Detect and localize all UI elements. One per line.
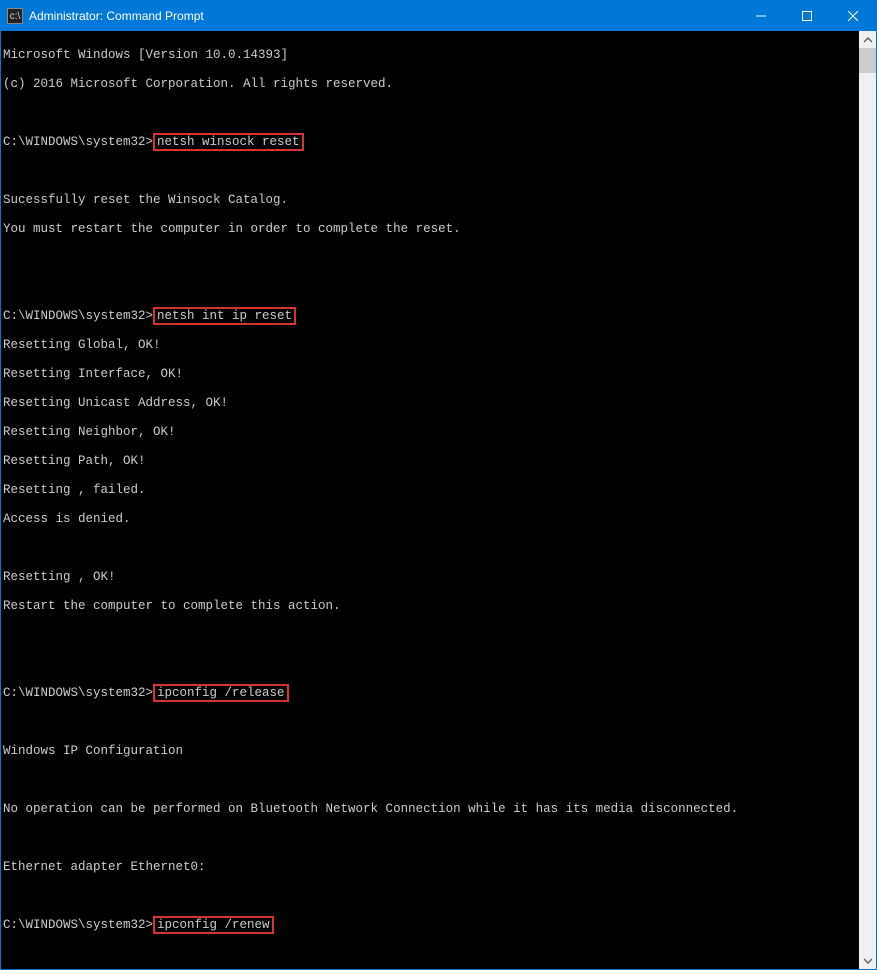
blank-line xyxy=(3,889,855,904)
blank-line xyxy=(3,947,855,962)
content-area: Microsoft Windows [Version 10.0.14393] (… xyxy=(1,31,876,969)
minimize-button[interactable] xyxy=(738,1,784,31)
blank-line xyxy=(3,628,855,643)
prompt-path: C:\WINDOWS\system32> xyxy=(3,309,153,323)
prompt-line: C:\WINDOWS\system32>netsh winsock reset xyxy=(3,135,855,150)
close-button[interactable] xyxy=(830,1,876,31)
blank-line xyxy=(3,657,855,672)
close-icon xyxy=(848,11,858,21)
output-line: Resetting Unicast Address, OK! xyxy=(3,396,855,411)
command-highlighted: ipconfig /renew xyxy=(153,916,274,935)
prompt-line: C:\WINDOWS\system32>netsh int ip reset xyxy=(3,309,855,324)
blank-line xyxy=(3,831,855,846)
output-line: Resetting Interface, OK! xyxy=(3,367,855,382)
output-line: Resetting , OK! xyxy=(3,570,855,585)
blank-line xyxy=(3,715,855,730)
prompt-path: C:\WINDOWS\system32> xyxy=(3,918,153,932)
chevron-down-icon xyxy=(864,958,872,964)
output-line: Sucessfully reset the Winsock Catalog. xyxy=(3,193,855,208)
window-title: Administrator: Command Prompt xyxy=(29,9,738,23)
output-line: Access is denied. xyxy=(3,512,855,527)
command-highlighted: ipconfig /release xyxy=(153,684,289,703)
blank-line xyxy=(3,280,855,295)
banner-line: Microsoft Windows [Version 10.0.14393] xyxy=(3,48,855,63)
blank-line xyxy=(3,773,855,788)
output-line: You must restart the computer in order t… xyxy=(3,222,855,237)
output-line: Resetting Neighbor, OK! xyxy=(3,425,855,440)
scroll-thumb[interactable] xyxy=(859,48,876,73)
output-line: Windows IP Configuration xyxy=(3,744,855,759)
output-line: No operation can be performed on Bluetoo… xyxy=(3,802,855,817)
output-line: Resetting Global, OK! xyxy=(3,338,855,353)
output-line: Ethernet adapter Ethernet0: xyxy=(3,860,855,875)
maximize-button[interactable] xyxy=(784,1,830,31)
command-highlighted: netsh int ip reset xyxy=(153,307,296,326)
prompt-line: C:\WINDOWS\system32>ipconfig /renew xyxy=(3,918,855,933)
window-controls xyxy=(738,1,876,31)
blank-line xyxy=(3,541,855,556)
blank-line xyxy=(3,251,855,266)
blank-line xyxy=(3,164,855,179)
prompt-path: C:\WINDOWS\system32> xyxy=(3,686,153,700)
output-line: Resetting Path, OK! xyxy=(3,454,855,469)
terminal-output[interactable]: Microsoft Windows [Version 10.0.14393] (… xyxy=(1,31,859,969)
command-prompt-window: c:\ Administrator: Command Prompt Micros… xyxy=(0,0,877,970)
titlebar[interactable]: c:\ Administrator: Command Prompt xyxy=(1,1,876,31)
scroll-up-button[interactable] xyxy=(859,31,876,48)
prompt-path: C:\WINDOWS\system32> xyxy=(3,135,153,149)
banner-line: (c) 2016 Microsoft Corporation. All righ… xyxy=(3,77,855,92)
chevron-up-icon xyxy=(864,37,872,43)
scroll-down-button[interactable] xyxy=(859,952,876,969)
command-highlighted: netsh winsock reset xyxy=(153,133,304,152)
minimize-icon xyxy=(756,11,766,21)
cmd-icon: c:\ xyxy=(7,8,23,24)
blank-line xyxy=(3,106,855,121)
output-line: Restart the computer to complete this ac… xyxy=(3,599,855,614)
maximize-icon xyxy=(802,11,812,21)
vertical-scrollbar[interactable] xyxy=(859,31,876,969)
output-line: Resetting , failed. xyxy=(3,483,855,498)
prompt-line: C:\WINDOWS\system32>ipconfig /release xyxy=(3,686,855,701)
